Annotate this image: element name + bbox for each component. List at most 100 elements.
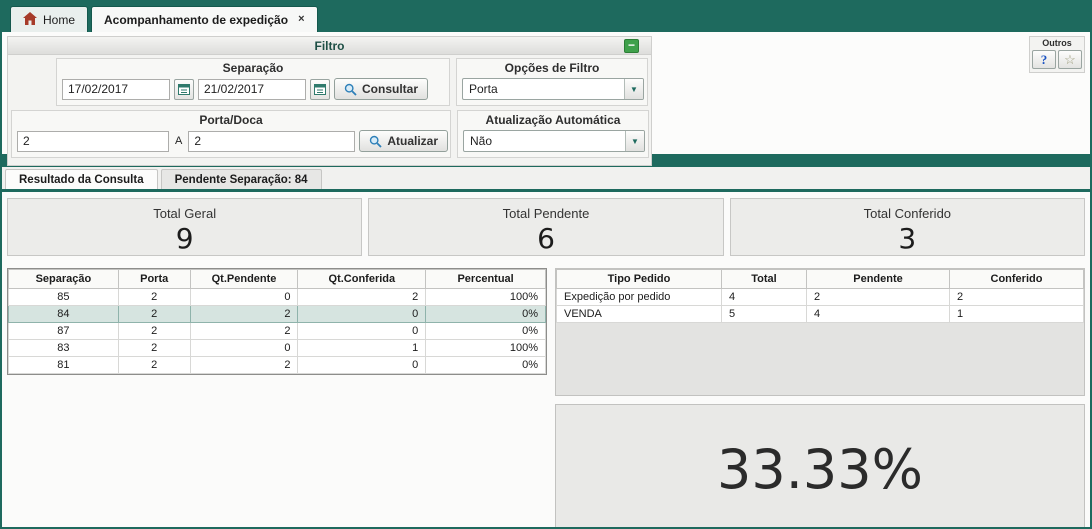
atualizar-button[interactable]: Atualizar xyxy=(359,130,449,152)
group-separacao: Separação Consu xyxy=(56,58,450,106)
table-cell[interactable]: 2 xyxy=(117,322,191,340)
table-cell[interactable]: 85 xyxy=(8,288,119,306)
collapse-filter-button[interactable]: − xyxy=(624,39,639,53)
table-cell[interactable]: 2 xyxy=(189,356,299,374)
outros-title: Outros xyxy=(1042,38,1072,48)
group-porta-doca: Porta/Doca A Atualizar xyxy=(11,110,451,158)
window-tab-bar: Home Acompanhamento de expedição × xyxy=(2,2,1090,32)
filtro-tipo-select[interactable]: Porta ▼ xyxy=(462,78,644,100)
card-label: Total Pendente xyxy=(502,206,590,221)
calendar-icon xyxy=(314,84,326,95)
chevron-down-icon[interactable]: ▼ xyxy=(624,79,643,99)
table-cell[interactable]: 1 xyxy=(297,339,427,357)
table-cell[interactable]: 2 xyxy=(297,288,427,306)
search-icon xyxy=(344,83,357,96)
table-cell[interactable]: 2 xyxy=(117,288,191,306)
card-total-conferido: Total Conferido 3 xyxy=(729,198,1085,256)
filter-body: Separação Consu xyxy=(8,55,651,165)
table-cell[interactable]: 2 xyxy=(949,288,1084,306)
table-cell[interactable]: Expedição por pedido xyxy=(556,288,722,306)
table-cell[interactable]: 81 xyxy=(8,356,119,374)
porta-from-input[interactable] xyxy=(17,130,169,152)
table-cell[interactable]: 2 xyxy=(189,305,299,323)
table-cell[interactable]: 0 xyxy=(297,305,427,323)
card-label: Total Conferido xyxy=(863,206,952,221)
table-cell[interactable]: 2 xyxy=(806,288,950,306)
question-mark-icon: ? xyxy=(1040,51,1048,67)
table-cell[interactable]: 2 xyxy=(117,305,191,323)
atualizacao-automatica-select[interactable]: Não ▼ xyxy=(463,130,645,152)
table-cell[interactable]: 100% xyxy=(425,339,546,357)
card-total-pendente: Total Pendente 6 xyxy=(368,198,724,256)
table-cell[interactable]: VENDA xyxy=(556,305,722,323)
table-cell[interactable]: 0% xyxy=(425,305,546,323)
table-cell[interactable]: 2 xyxy=(117,339,191,357)
search-icon xyxy=(370,135,382,148)
column-header[interactable]: Total xyxy=(721,269,807,289)
tab-acompanhamento-expedicao[interactable]: Acompanhamento de expedição × xyxy=(91,6,318,32)
column-header[interactable]: Percentual xyxy=(425,269,546,289)
consultar-button[interactable]: Consultar xyxy=(334,78,429,100)
column-header[interactable]: Pendente xyxy=(806,269,950,289)
tab-home-label: Home xyxy=(43,12,76,27)
table-cell[interactable]: 0 xyxy=(297,356,427,374)
date-to-input[interactable] xyxy=(198,78,306,100)
table-cell[interactable]: 0% xyxy=(425,356,546,374)
card-value: 6 xyxy=(537,222,555,255)
tab-home[interactable]: Home xyxy=(10,6,89,32)
chevron-down-icon[interactable]: ▼ xyxy=(625,131,644,151)
table-row[interactable]: 87 2 2 0 0% xyxy=(8,322,546,340)
tipo-pedido-panel: Tipo Pedido Total Pendente Conferido Expedi… xyxy=(555,268,1085,396)
table-cell[interactable]: 1 xyxy=(949,305,1084,323)
atualizar-label: Atualizar xyxy=(387,134,439,148)
help-button[interactable]: ? xyxy=(1032,50,1056,69)
percentual-conferido-value: 33.33% xyxy=(717,437,923,501)
table-cell[interactable]: 2 xyxy=(189,322,299,340)
table-row[interactable]: 85 2 0 2 100% xyxy=(8,288,546,306)
card-total-geral: Total Geral 9 xyxy=(7,198,363,256)
card-value: 3 xyxy=(898,222,917,255)
calendar-to-button[interactable] xyxy=(310,78,330,100)
date-from-input[interactable] xyxy=(62,78,170,100)
table-cell[interactable]: 87 xyxy=(8,322,119,340)
column-header[interactable]: Qt.Conferida xyxy=(297,269,427,289)
table-cell[interactable]: 5 xyxy=(721,305,807,323)
table-row[interactable]: 83 2 0 1 100% xyxy=(8,339,546,357)
column-header[interactable]: Porta xyxy=(117,269,191,289)
table-row[interactable]: 84 2 2 0 0% xyxy=(8,305,546,323)
filter-panel: Filtro − Separação 17/02/2017 21/02/2017… xyxy=(7,36,652,166)
card-label: Total Geral xyxy=(153,206,217,221)
column-header[interactable]: Separação xyxy=(8,269,119,289)
group-opcoes-title: Opções de Filtro xyxy=(504,61,600,75)
calendar-from-button[interactable] xyxy=(174,78,194,100)
separacao-table: Separação Porta Qt.Pendente Qt.Conferida Per… xyxy=(8,269,546,374)
table-cell[interactable]: 0 xyxy=(189,288,299,306)
table-cell[interactable]: 83 xyxy=(8,339,119,357)
porta-to-input[interactable] xyxy=(188,130,356,152)
tab-pendente-separacao[interactable]: Pendente Separação: 84 xyxy=(160,169,322,189)
close-tab-icon[interactable]: × xyxy=(298,14,304,25)
column-header[interactable]: Tipo Pedido xyxy=(556,269,722,289)
group-atualizacao-title: Atualização Automática xyxy=(485,113,621,127)
range-separator-label: A xyxy=(175,135,183,147)
table-cell[interactable]: 0% xyxy=(425,322,546,340)
favorite-button[interactable]: ☆ xyxy=(1058,50,1082,69)
home-icon xyxy=(23,11,37,28)
table-cell[interactable]: 100% xyxy=(425,288,546,306)
outros-panel: Outros ? ☆ xyxy=(1029,36,1085,73)
table-cell[interactable]: 4 xyxy=(806,305,950,323)
table-cell[interactable]: 4 xyxy=(721,288,807,306)
column-header[interactable]: Conferido xyxy=(949,269,1084,289)
summary-cards: Total Geral 9 Total Pendente 6 Total Con… xyxy=(2,192,1090,262)
table-row[interactable]: Expedição por pedido 4 2 2 xyxy=(556,288,1084,306)
group-opcoes-filtro: Opções de Filtro Porta ▼ xyxy=(456,58,648,106)
table-row[interactable]: 81 2 2 0 0% xyxy=(8,356,546,374)
table-cell[interactable]: 2 xyxy=(117,356,191,374)
table-cell[interactable]: 0 xyxy=(189,339,299,357)
table-row[interactable]: VENDA 5 4 1 xyxy=(556,305,1084,323)
card-value: 9 xyxy=(175,222,194,255)
table-cell[interactable]: 0 xyxy=(297,322,427,340)
column-header[interactable]: Qt.Pendente xyxy=(189,269,299,289)
table-cell[interactable]: 84 xyxy=(8,305,119,323)
tab-resultado-consulta[interactable]: Resultado da Consulta xyxy=(5,169,158,189)
